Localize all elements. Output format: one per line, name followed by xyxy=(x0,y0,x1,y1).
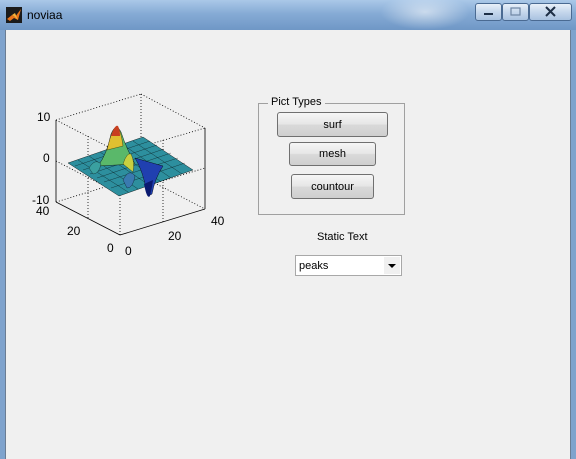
plot-data-popup[interactable]: peaks xyxy=(295,255,402,276)
title-bar[interactable]: noviaa xyxy=(0,0,576,30)
matlab-figure-window: noviaa 10 0 -10 40 20 0 0 20 40 Pict Typ… xyxy=(0,0,576,459)
peaks-surface xyxy=(67,125,194,197)
maximize-icon xyxy=(510,7,521,16)
surf-button-label: surf xyxy=(323,118,342,131)
dropdown-arrow-button[interactable] xyxy=(384,257,400,274)
static-text-label: Static Text xyxy=(317,231,368,243)
minimize-button[interactable] xyxy=(475,3,502,21)
minimize-icon xyxy=(484,13,493,15)
y-tick-label: 40 xyxy=(36,204,50,218)
y-tick-label: 0 xyxy=(107,241,114,255)
chevron-down-icon xyxy=(388,264,396,268)
surf-plot-axes[interactable]: 10 0 -10 40 20 0 0 20 40 xyxy=(23,84,238,264)
close-icon xyxy=(545,6,556,17)
maximize-button[interactable] xyxy=(502,3,529,21)
countour-button-label: countour xyxy=(311,180,354,193)
close-button[interactable] xyxy=(529,3,572,21)
z-tick-label: 0 xyxy=(43,151,50,165)
surf-button[interactable]: surf xyxy=(277,112,388,137)
window-title: noviaa xyxy=(27,8,63,22)
mesh-button-label: mesh xyxy=(319,148,346,160)
matlab-logo-icon xyxy=(6,7,22,23)
z-tick-label: 10 xyxy=(37,110,51,124)
x-tick-label: 20 xyxy=(168,229,182,243)
x-tick-label: 0 xyxy=(125,244,132,258)
mesh-button[interactable]: mesh xyxy=(289,142,376,166)
x-tick-label: 40 xyxy=(211,214,225,228)
popup-selected-value: peaks xyxy=(299,260,329,272)
panel-title: Pict Types xyxy=(268,96,325,108)
y-tick-label: 20 xyxy=(67,224,81,238)
countour-button[interactable]: countour xyxy=(291,174,374,199)
